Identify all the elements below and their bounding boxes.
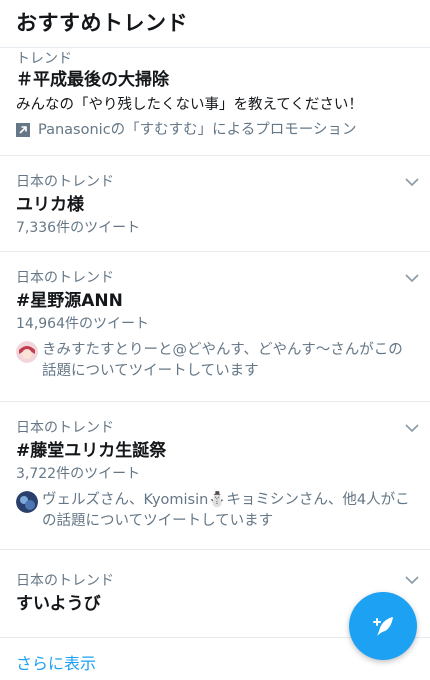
social-context: きみすたすとりーと@どやんす、どやんす〜さんがこの話題についてツイートしています xyxy=(16,340,414,382)
social-context-text: きみすたすとりーと@どやんす、どやんす〜さんがこの話題についてツイートしています xyxy=(42,342,403,379)
trend-context: トレンド xyxy=(16,51,72,67)
chevron-down-icon[interactable] xyxy=(404,174,420,190)
compose-tweet-button[interactable] xyxy=(349,592,417,660)
trend-item-promoted[interactable]: トレンド ＃平成最後の大掃除 みんなの「やり残したくない事」を教えてください！ … xyxy=(0,48,430,156)
social-context-text: ヴェルズさん、Kyomisin⛄キョミシンさん、他4人がこの話題についてツイート… xyxy=(42,492,410,529)
trend-item[interactable]: 日本のトレンド ユリカ様 7,336件のツイート xyxy=(0,156,430,252)
tweet-count: 3,722件のツイート xyxy=(16,466,141,482)
avatar xyxy=(16,491,38,513)
avatar xyxy=(16,341,38,363)
trend-item[interactable]: 日本のトレンド #藤堂ユリカ生誕祭 3,722件のツイート ヴェルズさん、Kyo… xyxy=(0,402,430,550)
trend-context: 日本のトレンド xyxy=(16,573,114,589)
compose-tweet-icon xyxy=(373,617,393,636)
trend-name: #藤堂ユリカ生誕祭 xyxy=(16,441,167,461)
trend-description: みんなの「やり残したくない事」を教えてください！ xyxy=(16,97,363,113)
trend-name: #星野源ANN xyxy=(16,291,123,311)
header: おすすめトレンド xyxy=(0,0,430,48)
promoted-by: Panasonicの「すむすむ」によるプロモーション xyxy=(16,119,414,141)
trend-item[interactable]: 日本のトレンド #星野源ANN 14,964件のツイート きみすたすとりーと@ど… xyxy=(0,252,430,402)
social-context: ヴェルズさん、Kyomisin⛄キョミシンさん、他4人がこの話題についてツイート… xyxy=(16,490,414,532)
trend-context: 日本のトレンド xyxy=(16,174,114,190)
trend-context: 日本のトレンド xyxy=(16,420,114,436)
trend-name: ユリカ様 xyxy=(16,195,84,215)
promoted-label: Panasonicの「すむすむ」によるプロモーション xyxy=(38,122,357,138)
chevron-down-icon[interactable] xyxy=(404,420,420,436)
page-title: おすすめトレンド xyxy=(16,11,188,35)
trends-page: おすすめトレンド トレンド ＃平成最後の大掃除 みんなの「やり残したくない事」を… xyxy=(0,0,430,680)
chevron-down-icon[interactable] xyxy=(404,572,420,588)
tweet-count: 7,336件のツイート xyxy=(16,220,141,236)
trend-name: ＃平成最後の大掃除 xyxy=(16,70,169,90)
tweet-count: 14,964件のツイート xyxy=(16,316,149,332)
chevron-down-icon[interactable] xyxy=(404,270,420,286)
trend-context: 日本のトレンド xyxy=(16,270,114,286)
promoted-arrow-icon xyxy=(16,123,30,137)
